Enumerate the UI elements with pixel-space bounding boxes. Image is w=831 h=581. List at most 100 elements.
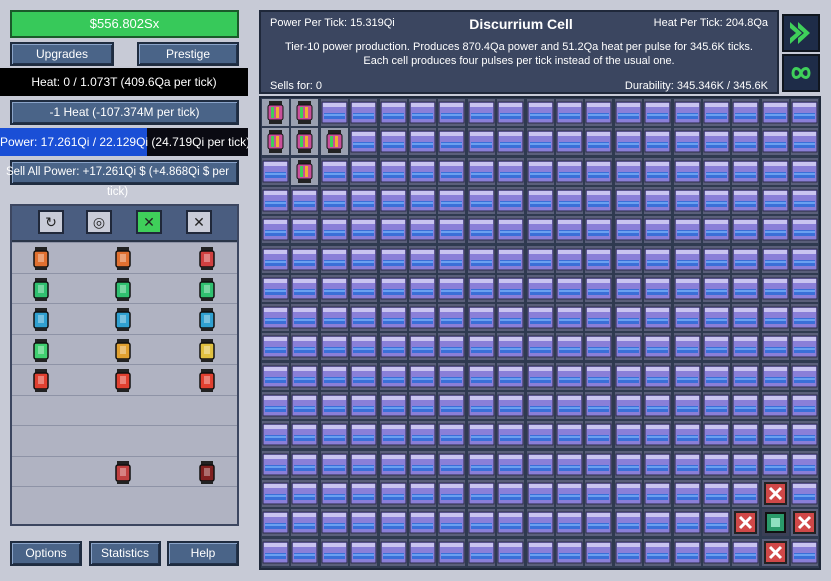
grid-tile-plate[interactable] [497, 186, 525, 214]
grid-tile-plate[interactable] [703, 538, 730, 566]
grid-tile-plate[interactable] [673, 245, 701, 273]
grid-tile-plate[interactable] [438, 421, 466, 449]
grid-tile-plate[interactable] [409, 392, 436, 419]
grid-tile-plate[interactable] [350, 274, 378, 302]
grid-tile-plate[interactable] [438, 245, 466, 273]
grid-tile-plate[interactable] [409, 362, 436, 390]
grid-tile-plate[interactable] [262, 216, 289, 244]
grid-tile-plate[interactable] [497, 99, 525, 126]
grid-tile-plate[interactable] [703, 128, 730, 156]
grid-tile-plate[interactable] [409, 538, 436, 566]
grid-tile-plate[interactable] [467, 128, 495, 156]
grid-tile-plate[interactable] [409, 216, 436, 244]
grid-tile-plate[interactable] [320, 362, 348, 390]
grid-tile-plate[interactable] [791, 538, 819, 566]
part-icon[interactable] [196, 337, 218, 363]
grid-tile-plate[interactable] [585, 509, 613, 537]
grid-tile-plate[interactable] [761, 421, 789, 449]
grid-tile-plate[interactable] [291, 333, 319, 361]
grid-tile-plate[interactable] [556, 538, 583, 566]
grid-tile-plate[interactable] [379, 421, 407, 449]
grid-tile-plate[interactable] [526, 509, 554, 537]
grid-tile-plate[interactable] [585, 274, 613, 302]
grid-tile-plate[interactable] [585, 538, 613, 566]
grid-tile-plate[interactable] [262, 421, 289, 449]
statistics-button[interactable]: Statistics [89, 541, 161, 566]
grid-tile-plate[interactable] [320, 304, 348, 332]
grid-tile-plate[interactable] [556, 245, 583, 273]
grid-tile-plate[interactable] [791, 274, 819, 302]
grid-tile-plate[interactable] [497, 479, 525, 507]
grid-tile-plate[interactable] [585, 186, 613, 214]
grid-tile-plate[interactable] [585, 392, 613, 419]
part-icon[interactable] [196, 459, 218, 485]
grid-tile-plate[interactable] [644, 362, 672, 390]
grid-tile-plate[interactable] [320, 450, 348, 478]
grid-tile-plate[interactable] [614, 538, 642, 566]
grid-tile-plate[interactable] [673, 479, 701, 507]
grid-tile-plate[interactable] [732, 274, 760, 302]
grid-tile-cell[interactable] [291, 157, 319, 185]
grid-tile-plate[interactable] [262, 333, 289, 361]
grid-tile-plate[interactable] [497, 216, 525, 244]
grid-tile-plate[interactable] [291, 186, 319, 214]
grid-tile-plate[interactable] [409, 333, 436, 361]
grid-tile-plate[interactable] [761, 304, 789, 332]
grid-tile-plate[interactable] [673, 274, 701, 302]
grid-tile-plate[interactable] [497, 450, 525, 478]
grid-tile-plate[interactable] [291, 538, 319, 566]
part-icon[interactable] [196, 245, 218, 271]
grid-tile-plate[interactable] [467, 362, 495, 390]
grid-tile-plate[interactable] [467, 421, 495, 449]
grid-tile-plate[interactable] [791, 128, 819, 156]
grid-tile-plate[interactable] [262, 304, 289, 332]
grid-tile-plate[interactable] [497, 157, 525, 185]
grid-tile-plate[interactable] [320, 509, 348, 537]
grid-tile-plate[interactable] [526, 186, 554, 214]
grid-tile-plate[interactable] [497, 421, 525, 449]
grid-tile-plate[interactable] [791, 99, 819, 126]
grid-tile-plate[interactable] [732, 538, 760, 566]
grid-tile-plate[interactable] [262, 186, 289, 214]
grid-tile-plate[interactable] [703, 479, 730, 507]
grid-tile-plate[interactable] [526, 450, 554, 478]
grid-tile-plate[interactable] [379, 538, 407, 566]
grid-tile-plate[interactable] [526, 128, 554, 156]
grid-tile-plate[interactable] [379, 509, 407, 537]
grid-tile-plate[interactable] [732, 304, 760, 332]
grid-tile-plate[interactable] [732, 245, 760, 273]
part-icon[interactable] [196, 367, 218, 393]
grid-tile-plate[interactable] [761, 186, 789, 214]
grid-tile-plate[interactable] [556, 421, 583, 449]
grid-tile-plate[interactable] [703, 392, 730, 419]
grid-tile-plate[interactable] [467, 304, 495, 332]
grid-tile-plate[interactable] [438, 362, 466, 390]
grid-tile-plate[interactable] [497, 304, 525, 332]
grid-tile-plate[interactable] [379, 274, 407, 302]
grid-tile-plate[interactable] [556, 392, 583, 419]
grid-tile-plate[interactable] [526, 392, 554, 419]
grid-tile-plate[interactable] [379, 245, 407, 273]
infinite-mode-button[interactable] [782, 54, 820, 92]
reactor-grid[interactable] [259, 96, 821, 570]
grid-tile-plate[interactable] [467, 392, 495, 419]
grid-tile-plate[interactable] [673, 304, 701, 332]
tab-misc[interactable]: ✕ [186, 210, 212, 234]
grid-tile-plate[interactable] [291, 304, 319, 332]
grid-tile-plate[interactable] [467, 509, 495, 537]
grid-tile-plate[interactable] [614, 128, 642, 156]
grid-tile-plate[interactable] [703, 362, 730, 390]
part-icon[interactable] [112, 367, 134, 393]
grid-tile-plate[interactable] [703, 157, 730, 185]
grid-tile-vent[interactable] [761, 538, 789, 566]
grid-tile-plate[interactable] [291, 362, 319, 390]
grid-tile-plate[interactable] [379, 450, 407, 478]
grid-tile-plate[interactable] [703, 333, 730, 361]
grid-tile-plate[interactable] [644, 333, 672, 361]
grid-tile-plate[interactable] [703, 186, 730, 214]
grid-tile-plate[interactable] [761, 99, 789, 126]
grid-tile-plate[interactable] [291, 216, 319, 244]
grid-tile-plate[interactable] [703, 99, 730, 126]
grid-tile-plate[interactable] [350, 128, 378, 156]
grid-tile-plate[interactable] [732, 362, 760, 390]
